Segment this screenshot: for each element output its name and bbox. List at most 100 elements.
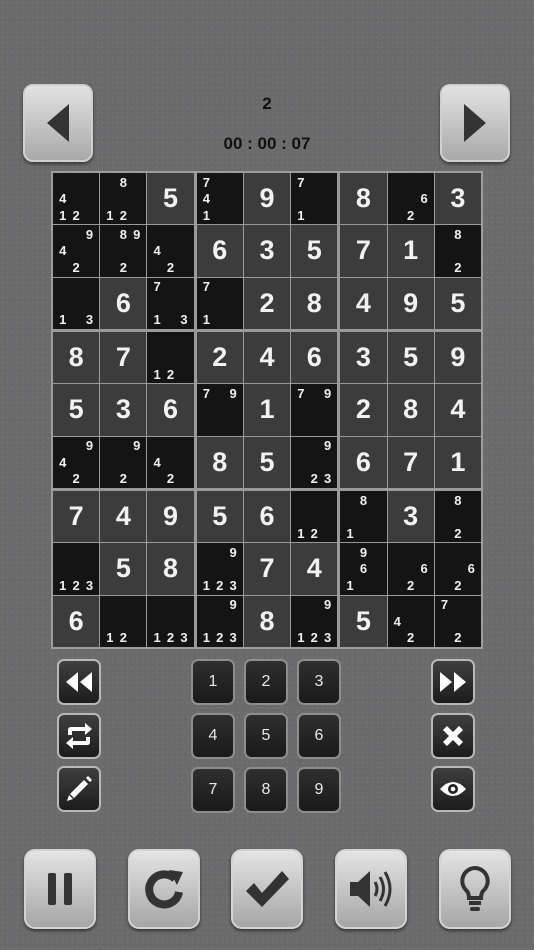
board-cell[interactable]: 1 <box>434 436 481 488</box>
board-cell[interactable]: 1 <box>387 225 434 277</box>
reveal-button[interactable] <box>431 766 475 812</box>
board-cell[interactable]: 9 <box>243 173 291 225</box>
board-cell[interactable]: 5 <box>434 277 481 329</box>
board-cell[interactable]: 12 <box>147 332 194 384</box>
board-cell[interactable]: 5 <box>53 384 100 436</box>
board-cell[interactable]: 3 <box>434 173 481 225</box>
board-cell[interactable]: 123 <box>53 543 100 595</box>
board-cell[interactable]: 4 <box>291 543 338 595</box>
board-cell[interactable]: 6 <box>196 225 243 277</box>
next-level-button[interactable] <box>440 84 510 162</box>
check-button[interactable] <box>231 849 303 929</box>
board-cell[interactable]: 12 <box>100 595 147 647</box>
board-cell[interactable]: 7 <box>100 332 147 384</box>
board-cell[interactable]: 79 <box>196 384 243 436</box>
board-cell[interactable]: 6 <box>147 384 194 436</box>
board-cell[interactable]: 5 <box>340 595 387 647</box>
board-cell[interactable]: 1 <box>243 384 291 436</box>
sound-button[interactable] <box>335 849 407 929</box>
board-cell[interactable]: 7 <box>243 543 291 595</box>
board-cell[interactable]: 3 <box>340 332 387 384</box>
board-cell[interactable]: 79 <box>291 384 338 436</box>
board-cell[interactable]: 62 <box>434 543 481 595</box>
pause-button[interactable] <box>24 849 96 929</box>
board-cell[interactable]: 12 <box>291 491 338 543</box>
board-cell[interactable]: 9 123 <box>196 543 243 595</box>
board-cell[interactable]: 8 <box>147 543 194 595</box>
board-cell[interactable]: 3 <box>243 225 291 277</box>
board-cell[interactable]: 892 <box>100 225 147 277</box>
board-cell[interactable]: 62 <box>387 173 434 225</box>
board-cell[interactable]: 9 123 <box>291 595 338 647</box>
board-cell[interactable]: 3 <box>387 491 434 543</box>
board-cell[interactable]: 4 <box>243 332 291 384</box>
fast-forward-button[interactable] <box>431 659 475 705</box>
board-cell[interactable]: 6 <box>340 436 387 488</box>
board-cell[interactable]: 5 <box>196 491 243 543</box>
board-cell[interactable]: 81 <box>340 491 387 543</box>
board-cell[interactable]: 4 <box>100 491 147 543</box>
pencil-button[interactable] <box>57 766 101 812</box>
number-button[interactable]: 1 <box>191 659 235 705</box>
board-cell[interactable]: 7 <box>53 491 100 543</box>
board-cell[interactable]: 6 <box>53 595 100 647</box>
board-cell[interactable]: 4 <box>434 384 481 436</box>
board-cell[interactable]: 13 <box>53 277 100 329</box>
board-cell[interactable]: 9 <box>387 277 434 329</box>
board-cell[interactable]: 2 <box>243 277 291 329</box>
hint-button[interactable] <box>439 849 511 929</box>
board-cell[interactable]: 8 <box>387 384 434 436</box>
board-cell[interactable]: 123 <box>147 595 194 647</box>
board-cell[interactable]: 961 <box>340 543 387 595</box>
board-cell[interactable]: 8 <box>53 332 100 384</box>
board-cell[interactable]: 9 42 <box>53 436 100 488</box>
board-cell[interactable]: 4 <box>340 277 387 329</box>
board-cell[interactable]: 9 <box>434 332 481 384</box>
board-cell[interactable]: 2 <box>196 332 243 384</box>
board-cell[interactable]: 9 123 <box>196 595 243 647</box>
board-cell[interactable]: 6 <box>291 332 338 384</box>
board-cell[interactable]: 3 <box>100 384 147 436</box>
board-cell[interactable]: 6 <box>100 277 147 329</box>
number-button[interactable]: 9 <box>297 767 341 813</box>
number-button[interactable]: 7 <box>191 767 235 813</box>
board-cell[interactable]: 42 <box>147 436 194 488</box>
board-cell[interactable]: 7 <box>340 225 387 277</box>
board-cell[interactable]: 5 <box>243 436 291 488</box>
number-button[interactable]: 5 <box>244 713 288 759</box>
board-cell[interactable]: 5 <box>387 332 434 384</box>
board-cell[interactable]: 7 <box>387 436 434 488</box>
board-cell[interactable]: 6 <box>243 491 291 543</box>
board-cell[interactable]: 412 <box>53 173 100 225</box>
number-button[interactable]: 8 <box>244 767 288 813</box>
number-button[interactable]: 3 <box>297 659 341 705</box>
rewind-button[interactable] <box>57 659 101 705</box>
board-cell[interactable]: 42 <box>387 595 434 647</box>
number-button[interactable]: 2 <box>244 659 288 705</box>
board-cell[interactable]: 8 <box>196 436 243 488</box>
board-cell[interactable]: 5 <box>147 173 194 225</box>
board-cell[interactable]: 42 <box>147 225 194 277</box>
board-cell[interactable]: 92 <box>100 436 147 488</box>
restart-button[interactable] <box>128 849 200 929</box>
number-button[interactable]: 6 <box>297 713 341 759</box>
board-cell[interactable]: 8 <box>291 277 338 329</box>
board-cell[interactable]: 7 1 3 <box>147 277 194 329</box>
board-cell[interactable]: 9 23 <box>291 436 338 488</box>
board-cell[interactable]: 8 <box>243 595 291 647</box>
board-cell[interactable]: 62 <box>387 543 434 595</box>
board-cell[interactable]: 5 <box>100 543 147 595</box>
number-button[interactable]: 4 <box>191 713 235 759</box>
board-cell[interactable]: 9 42 <box>53 225 100 277</box>
board-cell[interactable]: 9 <box>147 491 194 543</box>
board-cell[interactable]: 5 <box>291 225 338 277</box>
board-cell[interactable]: 71 <box>196 277 243 329</box>
board-cell[interactable]: 72 <box>434 595 481 647</box>
board-cell[interactable]: 8 12 <box>100 173 147 225</box>
swap-button[interactable] <box>57 713 101 759</box>
board-cell[interactable]: 82 <box>434 225 481 277</box>
board-cell[interactable]: 71 <box>291 173 338 225</box>
board-cell[interactable]: 2 <box>340 384 387 436</box>
board-cell[interactable]: 82 <box>434 491 481 543</box>
board-cell[interactable]: 8 <box>340 173 387 225</box>
